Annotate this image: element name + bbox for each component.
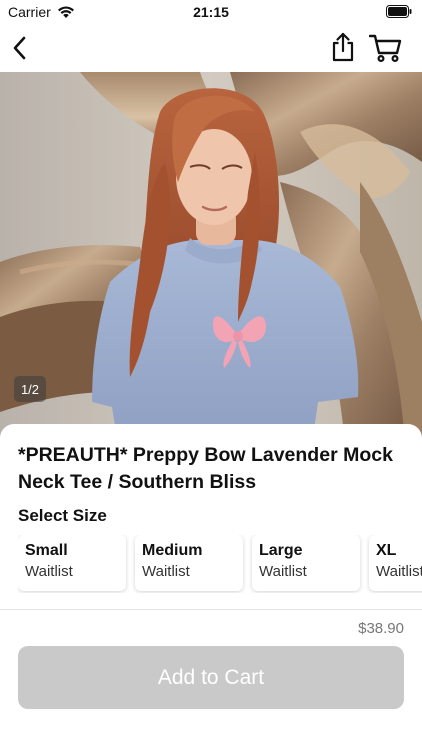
cart-button[interactable] [368, 32, 404, 64]
size-option-xl[interactable]: XL Waitlist [369, 535, 422, 591]
size-status: Waitlist [376, 563, 422, 580]
product-photo [0, 72, 422, 444]
size-status: Waitlist [259, 563, 307, 580]
add-to-cart-button[interactable]: Add to Cart [18, 646, 404, 709]
back-button[interactable] [6, 32, 34, 64]
product-title: *PREAUTH* Preppy Bow Lavender Mock Neck … [18, 444, 393, 493]
status-bar: Carrier 21:15 [0, 0, 422, 24]
cart-icon [369, 34, 402, 63]
product-price: $38.90 [358, 620, 404, 637]
size-status: Waitlist [25, 563, 73, 580]
size-option-small[interactable]: Small Waitlist [18, 535, 126, 591]
image-counter: 1/2 [14, 376, 46, 402]
share-button[interactable] [328, 30, 358, 64]
size-option-medium[interactable]: Medium Waitlist [135, 535, 243, 591]
size-name: Medium [142, 542, 203, 559]
divider [0, 609, 422, 610]
battery-icon [386, 5, 412, 18]
product-image[interactable]: 1/2 [0, 72, 422, 444]
share-icon [332, 32, 354, 62]
size-list: Small Waitlist Medium Waitlist Large Wai… [18, 535, 422, 591]
size-name: Small [25, 542, 68, 559]
chevron-left-icon [13, 36, 26, 60]
clock: 21:15 [193, 4, 229, 20]
select-size-label: Select Size [18, 506, 107, 525]
size-name: Large [259, 542, 303, 559]
nav-bar [0, 24, 422, 72]
size-option-large[interactable]: Large Waitlist [252, 535, 360, 591]
product-details-sheet: *PREAUTH* Preppy Bow Lavender Mock Neck … [0, 424, 422, 750]
size-name: XL [376, 542, 397, 559]
size-selector[interactable]: Small Waitlist Medium Waitlist Large Wai… [18, 535, 422, 593]
size-status: Waitlist [142, 563, 190, 580]
